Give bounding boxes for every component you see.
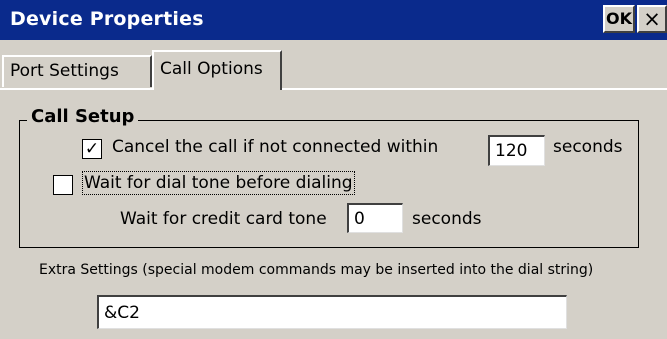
tab-port-settings[interactable]: Port Settings [2, 55, 152, 87]
credit-card-tone-input[interactable]: 0 [347, 203, 403, 233]
cancel-call-checkbox[interactable]: ✓ [82, 139, 102, 159]
call-setup-title: Call Setup [27, 106, 139, 127]
ok-button[interactable]: OK [603, 5, 635, 33]
tab-strip-border [0, 88, 667, 90]
tab-call-options[interactable]: Call Options [152, 50, 282, 90]
cancel-timeout-unit: seconds [553, 137, 623, 157]
close-icon[interactable]: × [637, 5, 667, 33]
credit-card-unit: seconds [412, 209, 482, 229]
tab-strip-gap [154, 88, 280, 91]
extra-settings-label: Extra Settings (special modem commands m… [39, 262, 594, 278]
wait-dial-tone-checkbox[interactable] [53, 175, 73, 195]
wait-dial-tone-label[interactable]: Wait for dial tone before dialing [82, 171, 355, 195]
cancel-call-label: Cancel the call if not connected within [112, 137, 439, 157]
extra-settings-input[interactable]: &C2 [97, 295, 567, 329]
window-title: Device Properties [10, 8, 204, 30]
title-bar: Device Properties OK × [0, 0, 667, 40]
credit-card-label: Wait for credit card tone [120, 209, 327, 229]
cancel-timeout-input[interactable]: 120 [488, 135, 545, 166]
